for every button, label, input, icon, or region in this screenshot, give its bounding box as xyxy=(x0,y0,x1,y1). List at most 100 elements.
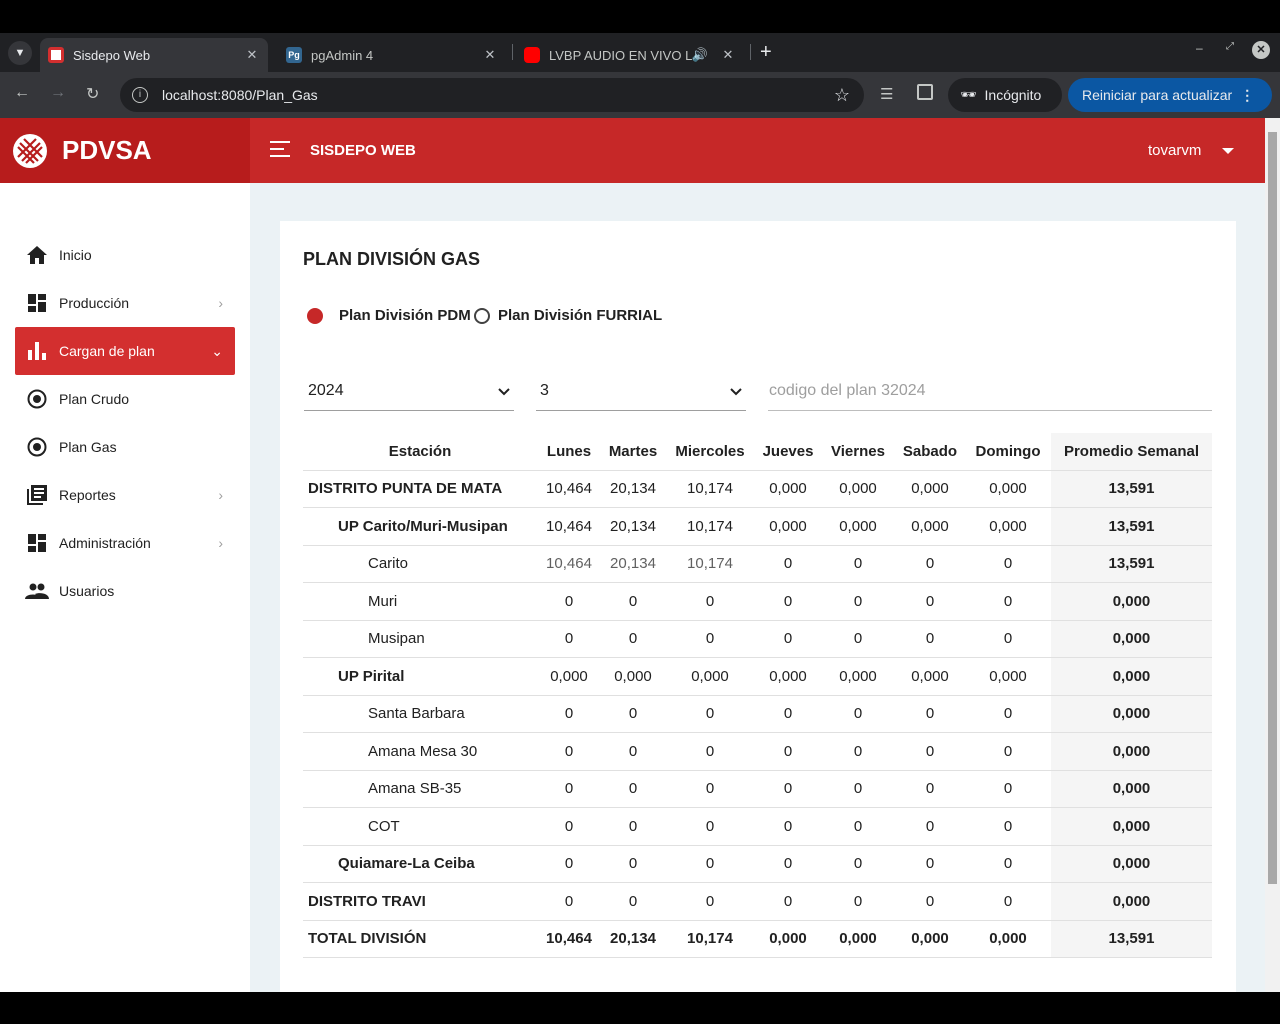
restore-icon[interactable]: ⤢ xyxy=(1226,41,1234,52)
audio-playing-icon[interactable]: 🔊 xyxy=(692,47,708,63)
radio-unselected-icon xyxy=(474,307,490,324)
tab-separator xyxy=(512,44,513,60)
value-cell: 0 xyxy=(755,770,821,808)
scrollbar-thumb[interactable] xyxy=(1268,132,1277,884)
people-icon xyxy=(25,579,49,603)
value-cell: 0 xyxy=(821,770,895,808)
radio-plan-pdm[interactable]: Plan División PDM xyxy=(307,307,471,324)
close-icon[interactable]: ✕ xyxy=(242,47,262,63)
user-menu[interactable]: tovarvm xyxy=(1148,142,1201,159)
close-icon[interactable]: ✕ xyxy=(718,47,738,63)
tab-youtube[interactable]: LVBP AUDIO EN VIVO Lec 🔊 ✕ xyxy=(516,38,744,72)
value-cell: 0 xyxy=(665,582,755,621)
tab-sisdepo[interactable]: Sisdepo Web ✕ xyxy=(40,38,268,72)
value-cell: 0 xyxy=(665,882,755,921)
user-menu-dropdown-icon[interactable] xyxy=(1222,148,1234,154)
radio-label: Plan División PDM xyxy=(339,307,471,324)
incognito-label: Incógnito xyxy=(984,87,1042,103)
year-select[interactable]: 2024 xyxy=(304,371,514,411)
value-cell: 0 xyxy=(895,582,965,621)
tab-pgadmin[interactable]: Pg pgAdmin 4 ✕ xyxy=(278,38,506,72)
codigo-plan-input[interactable]: codigo del plan 32024 xyxy=(768,371,1212,411)
value-cell: 0 xyxy=(755,882,821,921)
value-cell: 0 xyxy=(821,695,895,733)
value-cell: 10,174 xyxy=(665,920,755,958)
table-header-row: Estación Lunes Martes Miercoles Jueves V… xyxy=(303,433,1212,471)
sidebar-item-administracion[interactable]: Administración › xyxy=(15,519,235,567)
tab-search-button[interactable]: ▼ xyxy=(8,41,32,65)
value-cell: 0,000 xyxy=(755,470,821,508)
station-name-cell: UP Carito/Muri-Musipan xyxy=(303,507,537,546)
sidebar-item-plan-crudo[interactable]: Plan Crudo xyxy=(15,375,235,423)
bookmark-star-icon[interactable]: ☆ xyxy=(834,85,850,106)
station-name-cell: Carito xyxy=(303,545,537,583)
more-menu-icon[interactable]: ⋮ xyxy=(1240,87,1254,104)
value-cell: 0 xyxy=(895,845,965,883)
radio-target-icon xyxy=(25,435,49,459)
weekly-average-cell: 13,591 xyxy=(1051,545,1212,583)
col-header-domingo: Domingo xyxy=(965,433,1051,471)
value-cell: 0 xyxy=(537,695,601,733)
value-cell: 0 xyxy=(895,620,965,658)
side-panel-icon[interactable] xyxy=(917,84,933,100)
sidebar-item-usuarios[interactable]: Usuarios xyxy=(15,567,235,615)
tab-separator xyxy=(750,44,751,60)
update-label: Reiniciar para actualizar xyxy=(1082,87,1233,103)
tab-title: Sisdepo Web xyxy=(73,47,151,63)
value-cell: 0 xyxy=(895,770,965,808)
value-cell: 0 xyxy=(665,770,755,808)
sidebar-item-inicio[interactable]: Inicio xyxy=(15,231,235,279)
sidebar-item-reportes[interactable]: Reportes › xyxy=(15,471,235,519)
value-cell: 10,464 xyxy=(537,507,601,546)
station-name-cell: COT xyxy=(303,807,537,846)
value-cell: 0 xyxy=(755,845,821,883)
value-cell: 10,464 xyxy=(537,470,601,508)
sidebar-item-produccion[interactable]: Producción › xyxy=(15,279,235,327)
close-icon[interactable]: ✕ xyxy=(480,47,500,63)
value-cell: 0 xyxy=(537,582,601,621)
radio-plan-furrial[interactable]: Plan División FURRIAL xyxy=(474,307,662,324)
value-cell: 20,134 xyxy=(601,920,665,958)
brand[interactable]: PDVSA xyxy=(0,118,250,183)
sidebar-item-cargan-de-plan[interactable]: Cargan de plan ⌄ xyxy=(15,327,235,375)
address-bar[interactable]: i localhost:8080/Plan_Gas ☆ xyxy=(120,78,864,112)
reload-icon[interactable]: ↻ xyxy=(86,84,99,104)
weekly-average-cell: 0,000 xyxy=(1051,620,1212,658)
value-cell: 0 xyxy=(895,695,965,733)
close-window-icon[interactable]: ✕ xyxy=(1252,41,1270,59)
site-info-icon[interactable]: i xyxy=(132,87,148,103)
value-cell: 0 xyxy=(965,732,1051,771)
value-cell: 0,000 xyxy=(821,507,895,546)
col-header-viernes: Viernes xyxy=(821,433,895,471)
table-row: DISTRITO TRAVI 0 0 0 0 0 0 0 0,000 xyxy=(303,882,1212,921)
incognito-indicator[interactable]: 🕶 Incógnito xyxy=(948,78,1062,112)
back-icon[interactable]: ← xyxy=(14,84,30,102)
value-cell: 0,000 xyxy=(895,920,965,958)
sidebar: Inicio Producción › Cargan de plan ⌄ Pla… xyxy=(0,183,250,992)
forward-icon[interactable]: → xyxy=(50,84,66,102)
new-tab-icon[interactable]: + xyxy=(760,41,772,64)
station-name-cell: DISTRITO TRAVI xyxy=(303,882,537,921)
value-cell: 0,000 xyxy=(965,657,1051,696)
value-cell: 0 xyxy=(965,620,1051,658)
pdvsa-favicon-icon xyxy=(48,47,64,63)
chevron-down-icon xyxy=(498,383,510,401)
minimize-icon[interactable]: – xyxy=(1196,41,1203,55)
page-scrollbar[interactable] xyxy=(1265,118,1280,992)
col-header-miercoles: Miercoles xyxy=(665,433,755,471)
value-cell: 0 xyxy=(537,807,601,846)
media-control-icon[interactable]: ☰ xyxy=(880,85,893,103)
table-row: Musipan 0 0 0 0 0 0 0 0,000 xyxy=(303,620,1212,658)
value-cell: 10,174 xyxy=(665,470,755,508)
value-cell: 20,134 xyxy=(601,470,665,508)
weekly-average-cell: 0,000 xyxy=(1051,882,1212,921)
value-cell: 0,000 xyxy=(895,657,965,696)
sidebar-item-plan-gas[interactable]: Plan Gas xyxy=(15,423,235,471)
col-header-estacion: Estación xyxy=(303,433,537,471)
month-select[interactable]: 3 xyxy=(536,371,746,411)
update-button[interactable]: Reiniciar para actualizar ⋮ xyxy=(1068,78,1272,112)
menu-toggle-icon[interactable] xyxy=(270,140,292,158)
chevron-down-icon xyxy=(730,383,742,401)
web-page: PDVSA SISDEPO WEB tovarvm Inicio Producc… xyxy=(0,118,1265,992)
library-books-icon xyxy=(25,483,49,507)
